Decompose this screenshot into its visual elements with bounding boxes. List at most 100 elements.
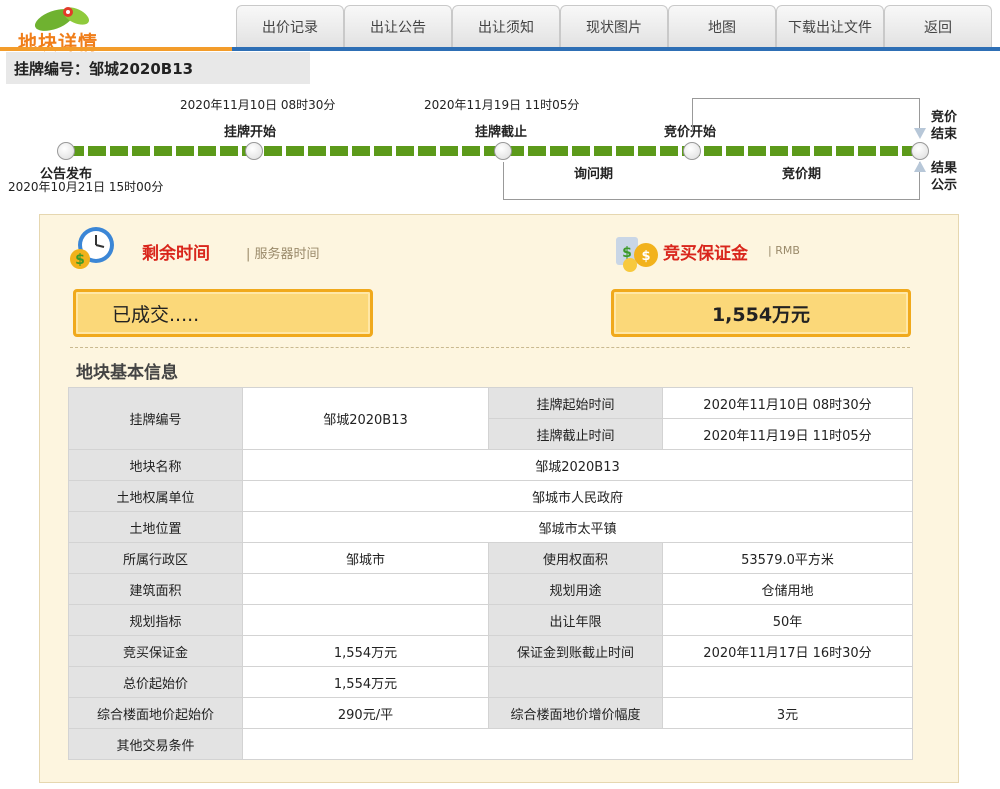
plan-index-value (242, 604, 489, 636)
deposit-table-value: 1,554万元 (242, 635, 489, 667)
bidding-end-label: 竞价 结束 (931, 109, 957, 143)
listing-start-time: 2020年11月10日 08时30分 (180, 98, 336, 112)
term-label: 出让年限 (488, 604, 663, 636)
table-row: 总价起始价 1,554万元 (68, 666, 913, 698)
node-bidding-start (683, 142, 701, 160)
other-conditions-value (242, 728, 913, 760)
announce-time: 2020年10月21日 15时00分 (8, 180, 164, 194)
tab-bar: 出价记录 出让公告 出让须知 现状图片 地图 下载出让文件 返回 (236, 5, 992, 47)
remaining-time-title: 剩余时间 (142, 244, 210, 264)
node-listing-end (494, 142, 512, 160)
floor-price-label: 综合楼面地价起始价 (68, 697, 243, 729)
table-row: 地块名称 邹城2020B13 (68, 449, 913, 481)
info-section-title: 地块基本信息 (76, 363, 178, 383)
listing-start-label: 挂牌开始 (224, 125, 277, 140)
use-area-value: 53579.0平方米 (662, 542, 913, 574)
other-conditions-label: 其他交易条件 (68, 728, 243, 760)
server-time-label: | 服务器时间 (246, 247, 320, 262)
location-label: 土地位置 (68, 511, 243, 543)
header-blue-line (232, 47, 1000, 51)
node-announce (57, 142, 75, 160)
listing-end-label: 挂牌截止 (475, 125, 528, 140)
owner-value: 邹城市人民政府 (242, 480, 913, 512)
plot-no-label: 挂牌编号 (68, 387, 243, 450)
table-row: 所属行政区 邹城市 使用权面积 53579.0平方米 (68, 542, 913, 574)
listing-end-time: 2020年11月19日 11时05分 (424, 98, 580, 112)
plan-index-label: 规划指标 (68, 604, 243, 636)
deposit-title: 竞买保证金 (663, 244, 748, 264)
district-value: 邹城市 (242, 542, 489, 574)
planned-use-label: 规划用途 (488, 573, 663, 605)
result-bracket (503, 162, 920, 200)
timeline: 2020年11月10日 08时30分 2020年11月19日 11时05分 挂牌… (0, 90, 1000, 210)
svg-text:$: $ (75, 252, 85, 268)
table-row: 竞买保证金 1,554万元 保证金到账截止时间 2020年11月17日 16时3… (68, 635, 913, 667)
empty-label-cell (488, 666, 663, 698)
money-bag-icon: $ $ (616, 237, 658, 272)
building-area-value (242, 573, 489, 605)
bidding-end-label-line1: 竞价 (931, 110, 958, 125)
deposit-deadline-label: 保证金到账截止时间 (488, 635, 663, 667)
deposit-box: 1,554万元 (611, 289, 911, 337)
table-row: 土地位置 邹城市太平镇 (68, 511, 913, 543)
tab-notice[interactable]: 出让须知 (452, 5, 560, 47)
table-row: 土地权属单位 邹城市人民政府 (68, 480, 913, 512)
table-row: 建筑面积 规划用途 仓储用地 (68, 573, 913, 605)
increment-value: 3元 (662, 697, 913, 729)
table-row: 挂牌编号 邹城2020B13 挂牌起始时间 2020年11月10日 08时30分 (68, 387, 913, 450)
divider (70, 347, 910, 348)
tab-back[interactable]: 返回 (884, 5, 992, 47)
table-row: 综合楼面地价起始价 290元/平 综合楼面地价增价幅度 3元 (68, 697, 913, 729)
tab-download-files[interactable]: 下载出让文件 (776, 5, 884, 47)
location-value: 邹城市太平镇 (242, 511, 913, 543)
plot-name-value: 邹城2020B13 (242, 449, 913, 481)
district-label: 所属行政区 (68, 542, 243, 574)
plot-number-label: 挂牌编号： (14, 60, 90, 78)
plot-no-value: 邹城2020B13 (242, 387, 489, 450)
logo: 地块详情 (8, 2, 188, 54)
svg-text:$: $ (641, 249, 650, 264)
tab-bid-records[interactable]: 出价记录 (236, 5, 344, 47)
bidding-end-label-line2: 结束 (931, 127, 958, 142)
increment-label: 综合楼面地价增价幅度 (488, 697, 663, 729)
tab-map[interactable]: 地图 (668, 5, 776, 47)
table-row: 规划指标 出让年限 50年 (68, 604, 913, 636)
result-label-line2: 公示 (931, 178, 958, 193)
term-value: 50年 (662, 604, 913, 636)
rmb-label: | RMB (768, 244, 800, 257)
bidding-end-bracket (692, 98, 920, 132)
listing-start-time-label: 挂牌起始时间 (488, 387, 663, 419)
listing-start-time-value: 2020年11月10日 08时30分 (662, 387, 913, 419)
header-orange-line (0, 47, 232, 51)
table-row: 其他交易条件 (68, 728, 913, 760)
owner-label: 土地权属单位 (68, 480, 243, 512)
clock-money-icon: $ (70, 227, 114, 269)
result-label: 结果 公示 (931, 160, 957, 194)
planned-use-value: 仓储用地 (662, 573, 913, 605)
arrow-down-icon (914, 128, 926, 139)
plot-number-value: 邹城2020B13 (89, 60, 194, 78)
inquiry-period-label: 询问期 (574, 167, 614, 182)
plot-name-label: 地块名称 (68, 449, 243, 481)
detail-panel: $ 剩余时间 | 服务器时间 $ $ 竞买保证金 | RMB 已成交..... … (39, 214, 959, 783)
bidding-period-label: 竞价期 (782, 167, 822, 182)
deposit-label: 竞买保证金 (68, 635, 243, 667)
deposit-value: 1,554万元 (711, 303, 811, 326)
listing-end-time-value: 2020年11月19日 11时05分 (662, 418, 913, 450)
node-listing-start (245, 142, 263, 160)
tab-photos[interactable]: 现状图片 (560, 5, 668, 47)
listing-end-time-label: 挂牌截止时间 (488, 418, 663, 450)
start-price-value: 1,554万元 (242, 666, 489, 698)
remaining-time-value: 已成交..... (112, 303, 200, 326)
header: 地块详情 出价记录 出让公告 出让须知 现状图片 地图 下载出让文件 返回 (0, 0, 1000, 54)
result-label-line1: 结果 (931, 161, 958, 176)
arrow-up-icon (914, 161, 926, 172)
tab-announcement[interactable]: 出让公告 (344, 5, 452, 47)
remaining-time-box: 已成交..... (73, 289, 373, 337)
info-table: 挂牌编号 邹城2020B13 挂牌起始时间 2020年11月10日 08时30分… (68, 387, 913, 760)
use-area-label: 使用权面积 (488, 542, 663, 574)
plot-number-bar: 挂牌编号：邹城2020B13 (6, 52, 310, 84)
floor-price-value: 290元/平 (242, 697, 489, 729)
start-price-label: 总价起始价 (68, 666, 243, 698)
deposit-deadline-value: 2020年11月17日 16时30分 (662, 635, 913, 667)
